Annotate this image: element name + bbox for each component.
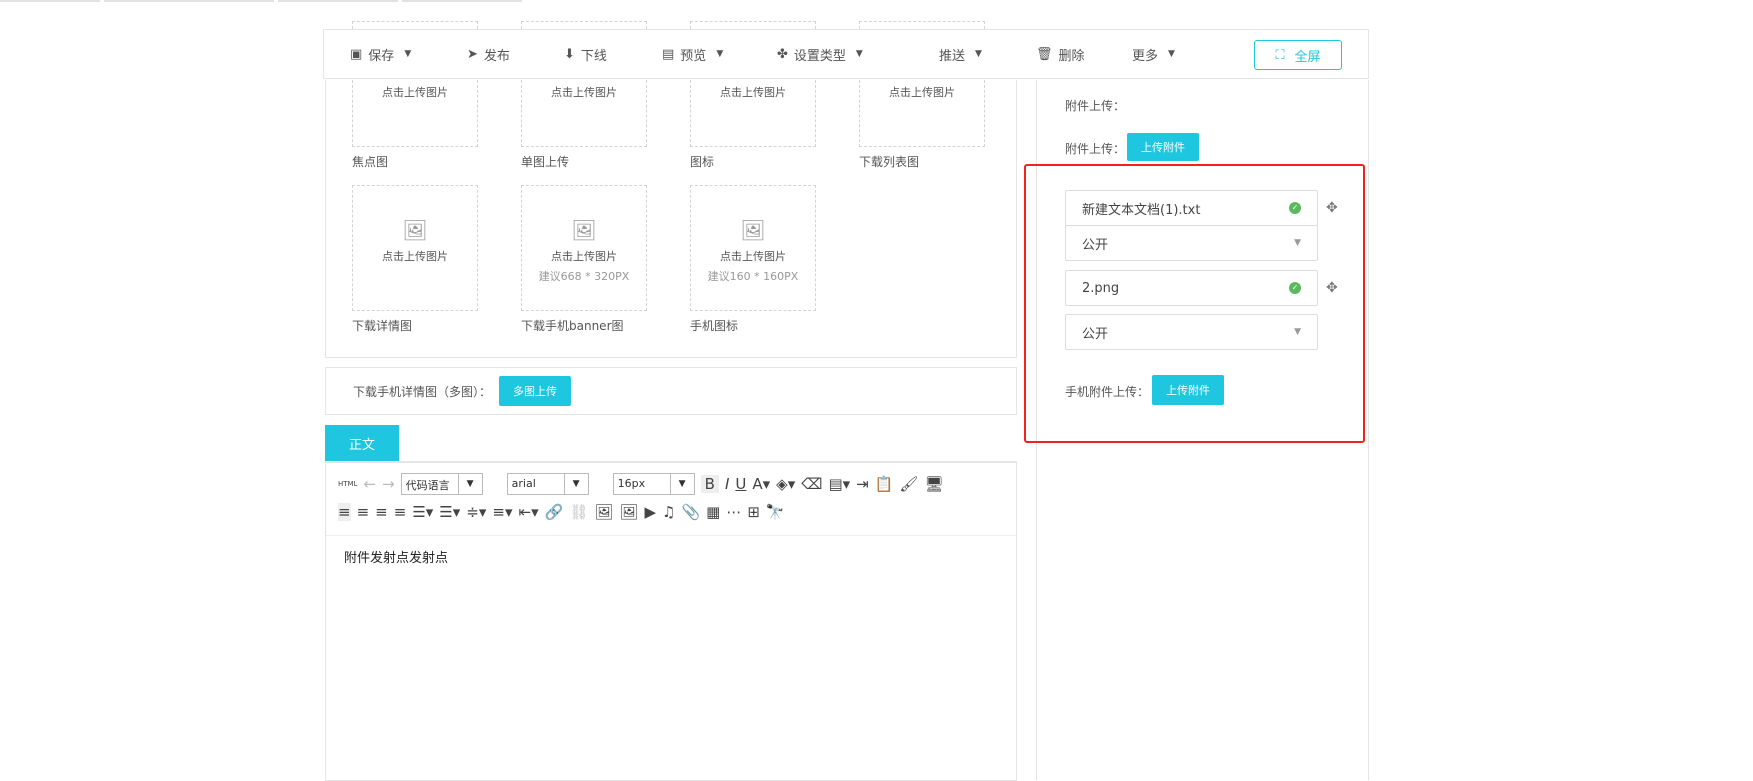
search-replace-icon[interactable]: 🔭 xyxy=(766,503,785,521)
eraser-icon[interactable]: ⌫ xyxy=(801,475,822,493)
indent-icon[interactable]: ⇥ xyxy=(856,475,869,493)
upload-caption: 图标 xyxy=(690,155,715,169)
bold-icon[interactable]: B xyxy=(700,475,719,493)
preview-icon: ▤ xyxy=(662,46,675,62)
rich-text-editor: HTML ← → 代码语言 ▼ arial ▼ 16px ▼ B I U A▾ ◈▾ ⌫ ▤▾ ⇥ 📋 🖌… xyxy=(325,461,1017,781)
push-button[interactable]: 推送 ▼ xyxy=(939,45,982,64)
undo-icon[interactable]: ← xyxy=(363,475,376,493)
mobile-upload-attachment-button[interactable]: 上传附件 xyxy=(1152,375,1224,405)
line-height-icon[interactable]: ≑▾ xyxy=(466,503,486,521)
divider xyxy=(326,535,1016,536)
upload-caption: 下载详情图 xyxy=(352,319,413,333)
tab-body[interactable]: 正文 xyxy=(325,425,399,461)
code-language-select[interactable]: 代码语言 ▼ xyxy=(400,473,483,495)
visibility-select[interactable]: 公开 ▼ xyxy=(1065,225,1318,261)
multi-upload-button[interactable]: 多图上传 xyxy=(499,376,572,406)
grid-icon: ✤ xyxy=(777,46,788,62)
image-add-icon: 🖼 xyxy=(571,218,597,242)
format-brush-icon[interactable]: 🖌 xyxy=(899,475,918,493)
trash-icon: 🗑 xyxy=(1036,46,1053,62)
editor-content[interactable]: 附件发射点发射点 xyxy=(344,547,448,566)
upload-caption: 单图上传 xyxy=(521,155,570,169)
delete-button[interactable]: 🗑 删除 xyxy=(1036,45,1085,64)
save-button[interactable]: ▣ 保存 ▼ xyxy=(350,45,411,64)
file-item: 2.png ✓ xyxy=(1065,270,1318,306)
image-add-icon: 🖼 xyxy=(402,218,428,242)
mobile-attach-label: 手机附件上传： xyxy=(1065,385,1150,399)
align-justify-icon[interactable]: ≡ xyxy=(394,503,407,521)
caret-down-icon: ▼ xyxy=(1294,238,1301,248)
fullscreen-button[interactable]: ⛶ 全屏 xyxy=(1254,40,1342,70)
offline-button[interactable]: ⬇ 下线 xyxy=(564,45,607,64)
bg-color-icon[interactable]: ◈▾ xyxy=(776,475,795,493)
upload-banner-image[interactable]: 🖼 点击上传图片 建议668 * 320PX xyxy=(521,185,647,311)
font-size-select[interactable]: 16px ▼ xyxy=(612,473,695,495)
caret-down-icon: ▼ xyxy=(404,49,412,59)
align-left-icon[interactable]: ≡ xyxy=(338,503,351,521)
font-family-select[interactable]: arial ▼ xyxy=(506,473,589,495)
caret-down-icon: ▼ xyxy=(855,49,863,59)
move-icon[interactable]: ✥ xyxy=(1326,200,1338,216)
caret-down-icon: ▼ xyxy=(1294,327,1301,337)
attach-label: 附件上传： xyxy=(1065,99,1126,113)
fullscreen-icon: ⛶ xyxy=(1275,47,1285,63)
send-icon: ➤ xyxy=(467,46,478,62)
caret-down-icon: ▼ xyxy=(1168,49,1175,59)
more-button[interactable]: 更多 ▼ xyxy=(1132,45,1175,64)
browser-tabs xyxy=(0,0,640,2)
file-item: 新建文本文档(1).txt ✓ xyxy=(1065,190,1318,226)
publish-button[interactable]: ➤ 发布 xyxy=(467,45,510,64)
html-button[interactable]: HTML xyxy=(338,480,357,488)
paragraph-spacing-icon[interactable]: ≡▾ xyxy=(492,503,512,521)
image-add-icon: 🖼 xyxy=(740,218,766,242)
template-icon[interactable]: ▦ xyxy=(706,503,720,521)
check-circle-icon: ✓ xyxy=(1289,202,1301,214)
unlink-icon[interactable]: ⛓ xyxy=(569,503,588,521)
image-icon[interactable]: 🖼 xyxy=(594,503,613,521)
page-break-icon[interactable]: ⋯ xyxy=(726,503,741,521)
align-center-icon[interactable]: ≡ xyxy=(375,503,388,521)
upload-attachment-button[interactable]: 上传附件 xyxy=(1127,133,1199,161)
font-color-icon[interactable]: A▾ xyxy=(752,475,770,493)
upload-mobile-icon[interactable]: 🖼 点击上传图片 建议160 * 160PX xyxy=(690,185,816,311)
arrow-down-icon: ⬇ xyxy=(564,46,575,62)
upload-caption: 焦点图 xyxy=(352,155,389,169)
paragraph-icon[interactable]: ▤▾ xyxy=(828,475,850,493)
music-icon[interactable]: ♫ xyxy=(662,503,675,521)
check-circle-icon: ✓ xyxy=(1289,282,1301,294)
upload-caption: 下载列表图 xyxy=(859,155,920,169)
preview-monitor-icon[interactable]: 🖥 xyxy=(924,475,943,493)
underline-icon[interactable]: U xyxy=(735,475,746,493)
attach-label: 附件上传： xyxy=(1065,142,1126,156)
redo-icon[interactable]: → xyxy=(382,475,395,493)
caret-down-icon: ▼ xyxy=(975,49,982,59)
link-icon[interactable]: 🔗 xyxy=(545,503,564,521)
multi-image-icon[interactable]: 🖼 xyxy=(619,503,638,521)
align-right-icon[interactable]: ≡ xyxy=(357,503,370,521)
upload-detail-image[interactable]: 🖼 点击上传图片 xyxy=(352,185,478,311)
video-icon[interactable]: ▶ xyxy=(644,503,656,521)
upload-caption: 手机图标 xyxy=(690,319,739,333)
italic-icon[interactable]: I xyxy=(725,475,729,493)
set-type-button[interactable]: ✤ 设置类型 ▼ xyxy=(777,45,863,64)
unordered-list-icon[interactable]: ☰▾ xyxy=(439,503,460,521)
visibility-select[interactable]: 公开 ▼ xyxy=(1065,314,1318,350)
save-icon: ▣ xyxy=(350,46,363,62)
upload-caption: 下载手机banner图 xyxy=(521,319,624,333)
indent-spacing-icon[interactable]: ⇤▾ xyxy=(519,503,539,521)
caret-down-icon: ▼ xyxy=(716,49,724,59)
multi-image-row: 下载手机详情图（多图）： 多图上传 xyxy=(325,367,1017,415)
ordered-list-icon[interactable]: ☰▾ xyxy=(412,503,433,521)
top-toolbar: ▣ 保存 ▼ ➤ 发布 ⬇ 下线 ▤ 预览 ▼ ✤ 设置类型 ▼ 推送 ▼ 🗑 删除 更多 ▼ ⛶ 全屏 xyxy=(323,29,1369,79)
preview-button[interactable]: ▤ 预览 ▼ xyxy=(662,45,723,64)
attachment-icon[interactable]: 📎 xyxy=(681,503,700,521)
paste-icon[interactable]: 📋 xyxy=(875,475,894,493)
move-icon[interactable]: ✥ xyxy=(1326,280,1338,296)
table-icon[interactable]: ⊞ xyxy=(747,503,760,521)
